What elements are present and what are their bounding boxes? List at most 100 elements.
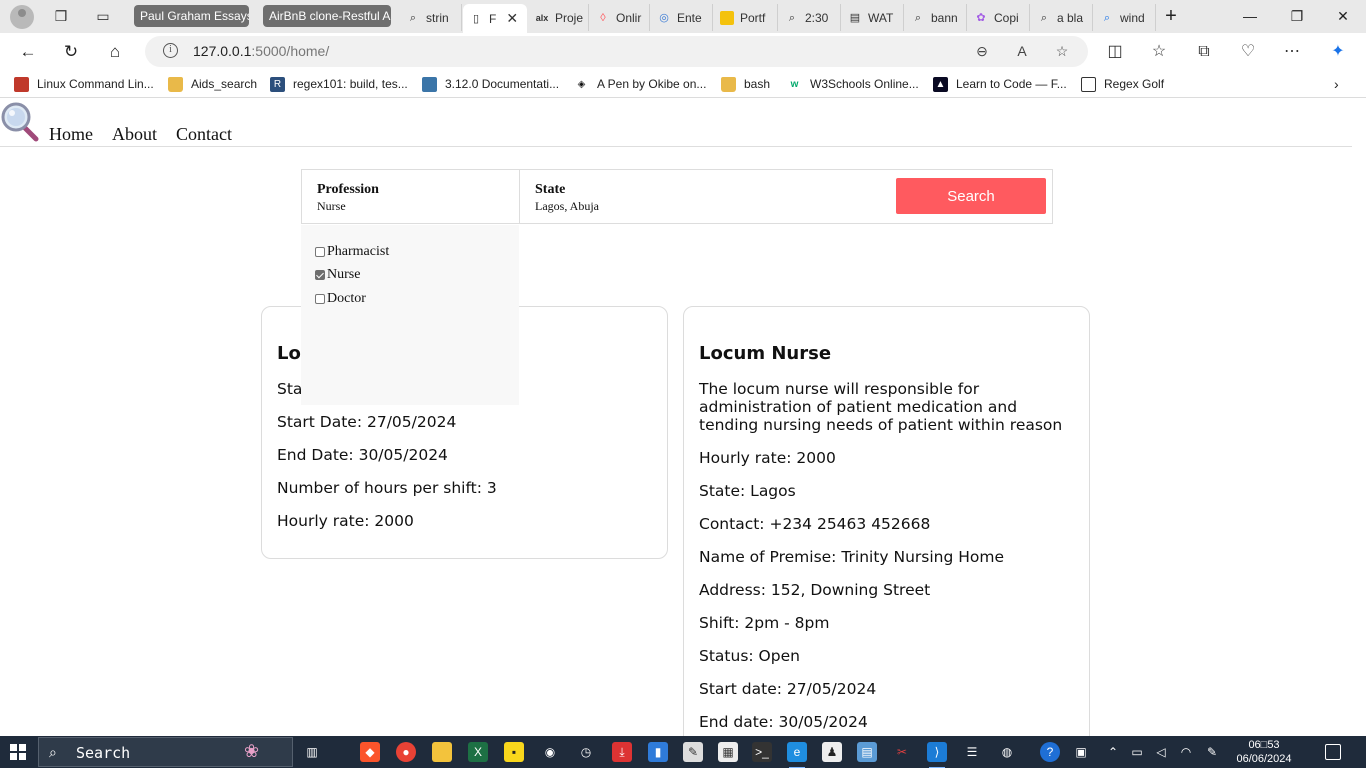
chevron-up-icon[interactable]: ⌃ <box>1104 743 1122 761</box>
brave-icon[interactable]: ◆ <box>360 742 380 762</box>
file-explorer-icon[interactable] <box>432 742 452 762</box>
read-aloud-icon[interactable]: A <box>1013 42 1031 60</box>
taskbar-clock[interactable]: 06□53 06/06/2024 <box>1224 738 1304 766</box>
back-icon[interactable]: ← <box>17 41 39 63</box>
vscode-icon[interactable]: ⟩ <box>927 742 947 768</box>
browser-essentials-icon[interactable]: ♡ <box>1237 41 1259 63</box>
bookmark-freecodecamp[interactable]: ▲ Learn to Code — F... <box>933 75 1067 93</box>
nav-home-link[interactable]: Home <box>49 124 93 145</box>
chrome-icon[interactable]: ● <box>396 742 416 762</box>
media-icon[interactable]: ◉ <box>540 742 560 762</box>
tab-group-airbnb-clone[interactable]: AirBnB clone-Restful A <box>263 5 391 27</box>
url-text[interactable]: 127.0.0.1:5000/home/ <box>193 43 329 59</box>
folder-icon <box>721 76 736 92</box>
job-status: Status: Open <box>699 647 800 665</box>
favorite-star-icon[interactable]: ☆ <box>1053 42 1071 60</box>
bookmark-linux[interactable]: Linux Command Lin... <box>14 75 154 93</box>
tasks-icon[interactable]: ☰ <box>962 742 982 762</box>
site-info-icon[interactable]: i <box>163 43 178 58</box>
nav-about-link[interactable]: About <box>112 124 157 145</box>
state-value: Lagos, Abuja <box>535 199 599 213</box>
tab-actions-icon[interactable]: ▭ <box>94 7 112 25</box>
tab-ente[interactable]: ◎ Ente <box>651 4 713 31</box>
tab-a-bla[interactable]: ⌕ a bla <box>1031 4 1093 31</box>
bookmark-w3schools[interactable]: w W3Schools Online... <box>787 75 919 93</box>
tux-icon[interactable]: ♟ <box>822 742 842 762</box>
copilot-icon[interactable]: ✦ <box>1327 41 1349 63</box>
photos-icon[interactable]: ◍ <box>997 742 1017 762</box>
sticky-notes-icon[interactable]: ▪ <box>504 742 524 762</box>
tab-wat[interactable]: ▤ WAT <box>842 4 904 31</box>
notification-icon[interactable] <box>1325 744 1341 760</box>
task-view-icon[interactable]: ▥ <box>302 742 322 762</box>
web-page: Home About Contact Profession Nurse Stat… <box>0 99 1366 736</box>
reload-icon[interactable]: ↻ <box>60 41 82 63</box>
python-icon <box>422 76 437 92</box>
workspaces-icon[interactable]: ❒ <box>52 7 70 25</box>
download-icon[interactable]: ⤓ <box>612 742 632 762</box>
zoom-icon[interactable]: ⊖ <box>973 42 991 60</box>
tab-group-paul-graham[interactable]: Paul Graham Essays <box>134 5 249 27</box>
bookmark-regex101[interactable]: Rregex101: build, tes... <box>270 75 408 93</box>
windows-start-icon[interactable] <box>10 744 26 760</box>
search-bar: Profession Nurse State Lagos, Abuja Sear… <box>301 169 1053 224</box>
close-tab-icon[interactable]: ✕ <box>506 10 518 27</box>
profession-field[interactable]: Profession Nurse <box>302 170 520 223</box>
tab-wind[interactable]: ⌕ wind <box>1094 4 1156 31</box>
volume-icon[interactable]: ◁ <box>1152 743 1170 761</box>
edge-icon[interactable]: e <box>787 742 807 768</box>
new-tab-icon[interactable]: + <box>1161 6 1181 26</box>
split-screen-icon[interactable]: ◫ <box>1104 41 1126 63</box>
clock-icon[interactable]: ◷ <box>576 742 596 762</box>
magnifier-logo-icon[interactable] <box>1 102 39 142</box>
checkbox-pharmacist[interactable] <box>315 247 325 257</box>
job-hourly-rate: Hourly rate: 2000 <box>277 512 414 530</box>
excel-icon[interactable]: X <box>468 742 488 762</box>
more-menu-icon[interactable]: ⋯ <box>1281 41 1303 63</box>
tab-strin[interactable]: ⌕ strin <box>400 4 462 31</box>
option-nurse[interactable]: Nurse <box>315 267 360 283</box>
tab-copi[interactable]: ✿ Copi <box>968 4 1030 31</box>
checkbox-nurse[interactable] <box>315 270 325 280</box>
page-icon: ▯ <box>472 12 480 25</box>
phone-link-icon[interactable]: ▮ <box>648 742 668 762</box>
wifi-icon[interactable]: ◠ <box>1177 743 1195 761</box>
restore-icon[interactable]: ❐ <box>1287 6 1307 26</box>
profile-avatar-icon[interactable] <box>10 5 34 29</box>
option-pharmacist[interactable]: Pharmacist <box>315 244 389 260</box>
tab-bann[interactable]: ⌕ bann <box>905 4 967 31</box>
tab-230[interactable]: ⌕ 2:30 <box>779 4 841 31</box>
option-doctor[interactable]: Doctor <box>315 291 366 307</box>
tab-portf[interactable]: Portf <box>714 4 778 31</box>
bookmark-aids-search[interactable]: Aids_search <box>168 75 257 93</box>
bookmark-codepen[interactable]: ◈ A Pen by Okibe on... <box>574 75 707 93</box>
checkbox-doctor[interactable] <box>315 294 325 304</box>
help-icon[interactable]: ? <box>1040 742 1060 762</box>
pen-icon[interactable]: ✎ <box>1203 743 1221 761</box>
state-field[interactable]: State Lagos, Abuja <box>520 170 880 223</box>
tab-active[interactable]: ▯ F ✕ <box>463 4 527 33</box>
minimize-icon[interactable]: — <box>1240 6 1260 26</box>
bookmark-regex-golf[interactable]: Regex Golf <box>1081 75 1164 93</box>
home-icon[interactable]: ⌂ <box>104 41 126 63</box>
notepad-icon[interactable]: ▤ <box>857 742 877 762</box>
battery-icon[interactable]: ▭ <box>1128 743 1146 761</box>
terminal-icon[interactable]: >_ <box>752 742 772 762</box>
paint-icon[interactable]: ✎ <box>683 742 703 762</box>
collections-icon[interactable]: ⧉ <box>1193 41 1215 63</box>
search-button[interactable]: Search <box>896 178 1046 214</box>
tab-proje[interactable]: alx Proje <box>529 4 589 31</box>
favorites-icon[interactable]: ☆ <box>1148 41 1170 63</box>
close-window-icon[interactable]: ✕ <box>1333 6 1353 26</box>
chevron-right-icon[interactable]: › <box>1334 75 1339 93</box>
nav-contact-link[interactable]: Contact <box>176 124 232 145</box>
bookmark-bash[interactable]: bash <box>721 75 770 93</box>
news-icon[interactable]: ▣ <box>1072 743 1090 761</box>
calculator-icon[interactable]: ▦ <box>718 742 738 762</box>
snip-icon[interactable]: ✂ <box>892 742 912 762</box>
clock-date: 06/06/2024 <box>1236 753 1292 765</box>
bookmark-python-docs[interactable]: 3.12.0 Documentati... <box>422 75 559 93</box>
tab-onlir[interactable]: ◊ Onlir <box>590 4 650 31</box>
address-bar[interactable]: i 127.0.0.1:5000/home/ ⊖ A ☆ <box>145 36 1088 67</box>
taskbar-search-box[interactable]: ⌕ Search ❀ <box>38 737 293 767</box>
